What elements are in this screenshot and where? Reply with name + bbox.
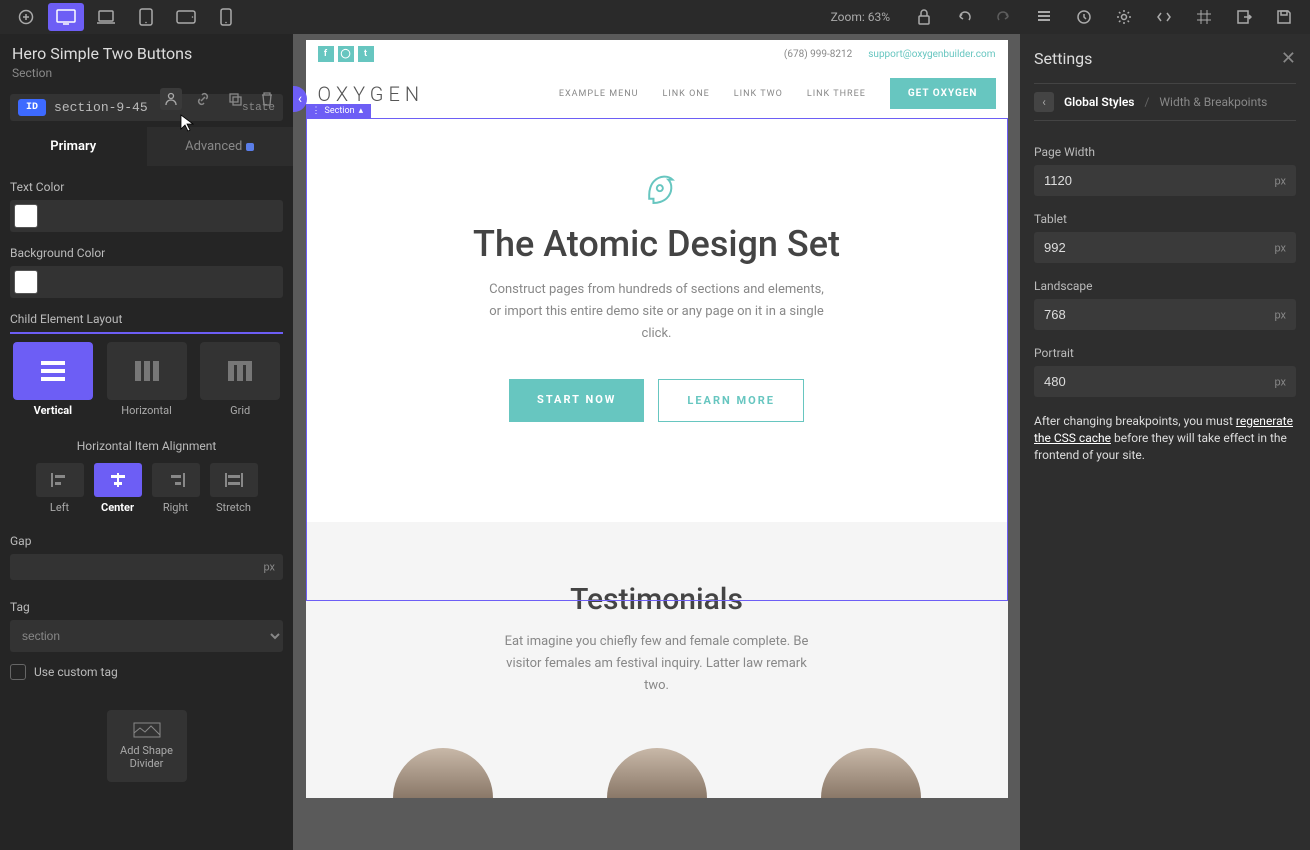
facebook-icon[interactable]: f <box>318 46 334 62</box>
bg-color-label: Background Color <box>10 246 283 260</box>
tab-primary[interactable]: Primary <box>0 127 147 166</box>
lock-icon[interactable] <box>906 3 942 31</box>
canvas-frame[interactable]: ⋮Section▴ f ◯ t (678) 999-8212 support@o… <box>306 40 1008 798</box>
tag-label: Tag <box>10 600 283 614</box>
portrait-label: Portrait <box>1034 346 1296 360</box>
align-label: Horizontal Item Alignment <box>10 439 283 453</box>
settings-title: Settings <box>1034 49 1092 68</box>
id-value: section-9-45 <box>54 100 148 115</box>
bg-color-field[interactable] <box>10 266 283 298</box>
breakpoint-note: After changing breakpoints, you must reg… <box>1034 413 1296 463</box>
copy-icon[interactable] <box>224 88 246 110</box>
nav-link[interactable]: LINK TWO <box>734 89 783 99</box>
landscape-label: Landscape <box>1034 279 1296 293</box>
undo-button[interactable] <box>946 3 982 31</box>
start-now-button[interactable]: START NOW <box>509 379 644 422</box>
email-link[interactable]: support@oxygenbuilder.com <box>868 49 995 60</box>
crumb-width-breakpoints: Width & Breakpoints <box>1159 95 1267 109</box>
avatar <box>607 748 707 798</box>
twitter-icon[interactable]: t <box>358 46 374 62</box>
instagram-icon[interactable]: ◯ <box>338 46 354 62</box>
tablet-view-button[interactable] <box>128 3 164 31</box>
layout-horizontal[interactable]: Horizontal <box>104 342 190 417</box>
add-button[interactable] <box>8 3 44 31</box>
learn-more-button[interactable]: LEARN MORE <box>658 379 804 422</box>
zoom-label: Zoom: 63% <box>831 10 890 24</box>
avatar <box>821 748 921 798</box>
tablet-input[interactable] <box>1034 232 1296 263</box>
page-width-input[interactable] <box>1034 165 1296 196</box>
cursor-icon <box>180 112 194 132</box>
hero-text: Construct pages from hundreds of section… <box>487 279 827 345</box>
user-icon[interactable] <box>160 88 182 110</box>
element-title: Hero Simple Two Buttons <box>12 44 281 64</box>
hero-title: The Atomic Design Set <box>336 223 978 265</box>
gap-label: Gap <box>10 534 283 548</box>
nav-link[interactable]: LINK ONE <box>662 89 709 99</box>
align-center[interactable]: Center <box>94 463 142 514</box>
crumb-global-styles[interactable]: Global Styles <box>1064 95 1134 109</box>
delete-icon[interactable] <box>256 88 278 110</box>
site-logo: OXYGEN <box>318 82 425 106</box>
align-stretch[interactable]: Stretch <box>210 463 258 514</box>
align-left[interactable]: Left <box>36 463 84 514</box>
laptop-view-button[interactable] <box>88 3 124 31</box>
redo-button[interactable] <box>986 3 1022 31</box>
close-icon[interactable]: ✕ <box>1281 48 1296 69</box>
text-color-label: Text Color <box>10 180 283 194</box>
align-right[interactable]: Right <box>152 463 200 514</box>
settings-icon[interactable] <box>1106 3 1142 31</box>
testimonials-text: Eat imagine you chiefly few and female c… <box>497 631 817 697</box>
nav-link[interactable]: LINK THREE <box>807 89 866 99</box>
nav-cta-button[interactable]: GET OXYGEN <box>890 78 996 109</box>
history-icon[interactable] <box>1066 3 1102 31</box>
desktop-view-button[interactable] <box>48 3 84 31</box>
landscape-input[interactable] <box>1034 299 1296 330</box>
selection-tag[interactable]: ⋮Section▴ <box>306 104 372 118</box>
rocket-icon <box>336 169 978 213</box>
social-icons: f ◯ t <box>318 46 374 62</box>
text-color-field[interactable] <box>10 200 283 232</box>
canvas-area[interactable]: ‹ ⋮Section▴ f ◯ t (678) 999-8212 support… <box>293 34 1020 850</box>
grid-icon[interactable] <box>1186 3 1222 31</box>
structure-button[interactable] <box>1026 3 1062 31</box>
id-badge: ID <box>18 99 46 116</box>
testimonials-title: Testimonials <box>336 582 978 617</box>
breadcrumb: ‹ Global Styles / Width & Breakpoints <box>1034 83 1296 121</box>
right-panel: Settings ✕ ‹ Global Styles / Width & Bre… <box>1020 34 1310 850</box>
indicator-dot <box>246 143 254 151</box>
layout-vertical[interactable]: Vertical <box>10 342 96 417</box>
avatar <box>393 748 493 798</box>
portrait-input[interactable] <box>1034 366 1296 397</box>
gap-input[interactable] <box>10 554 283 580</box>
left-panel: Hero Simple Two Buttons Section ID secti… <box>0 34 293 850</box>
back-button[interactable]: ‹ <box>1034 92 1054 112</box>
phone-text: (678) 999-8212 <box>784 49 852 60</box>
phone-view-button[interactable] <box>208 3 244 31</box>
tab-advanced[interactable]: Advanced <box>147 127 294 166</box>
page-width-label: Page Width <box>1034 145 1296 159</box>
element-subtitle: Section <box>12 66 281 80</box>
landscape-view-button[interactable] <box>168 3 204 31</box>
add-shape-divider-button[interactable]: Add Shape Divider <box>107 710 187 782</box>
tablet-label: Tablet <box>1034 212 1296 226</box>
save-button[interactable] <box>1266 3 1302 31</box>
top-toolbar: Zoom: 63% <box>0 0 1310 34</box>
nav-link[interactable]: EXAMPLE MENU <box>559 89 639 99</box>
layout-label: Child Element Layout <box>10 312 283 326</box>
tag-select[interactable]: section <box>10 620 283 652</box>
custom-tag-checkbox[interactable]: Use custom tag <box>10 664 283 680</box>
export-icon[interactable] <box>1226 3 1262 31</box>
layout-grid[interactable]: Grid <box>197 342 283 417</box>
code-icon[interactable] <box>1146 3 1182 31</box>
link-icon[interactable] <box>192 88 214 110</box>
